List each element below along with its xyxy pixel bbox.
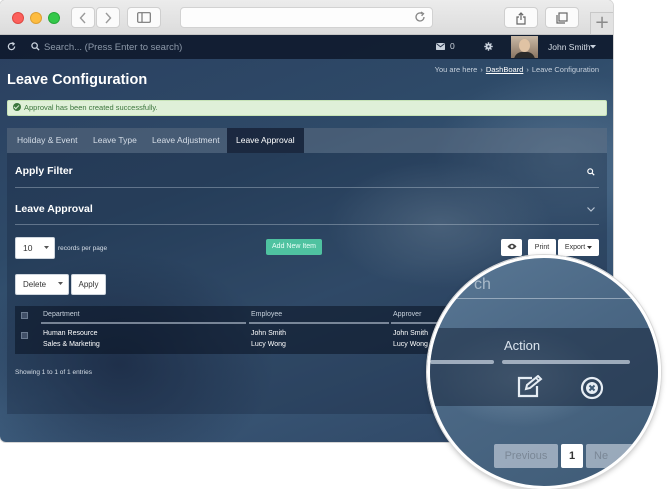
select-all-checkbox[interactable] xyxy=(21,312,28,319)
sidebar-toggle-button[interactable] xyxy=(127,7,161,28)
divider xyxy=(15,224,599,225)
close-window-button[interactable] xyxy=(12,12,24,24)
employee-cell: John Smith Lucy Wong xyxy=(251,329,286,350)
add-new-item-button[interactable]: Add New Item xyxy=(266,239,322,255)
column-sort-bar xyxy=(502,360,630,364)
avatar[interactable] xyxy=(511,36,538,58)
page-size-select[interactable]: 10 xyxy=(15,237,55,259)
avatar-body xyxy=(514,52,535,58)
column-header-employee[interactable]: Employee xyxy=(251,311,282,318)
page-title: Leave Configuration xyxy=(7,72,148,88)
zoom-window-button[interactable] xyxy=(48,12,60,24)
user-name[interactable]: John Smith xyxy=(548,42,591,52)
tab-bar: Holiday & Event Leave Type Leave Adjustm… xyxy=(7,128,607,153)
caret-down-icon xyxy=(587,246,593,249)
department-cell: Human Resource Sales & Marketing xyxy=(43,329,100,350)
magnified-search-text: ch xyxy=(474,276,491,293)
delete-icon[interactable] xyxy=(580,376,604,400)
refresh-icon[interactable] xyxy=(7,42,16,51)
minimize-window-button[interactable] xyxy=(30,12,42,24)
column-visibility-button[interactable] xyxy=(501,239,522,256)
column-sort-bar xyxy=(430,360,494,364)
action-column-header: Action xyxy=(504,338,541,353)
zoom-magnifier: ch Action Previous 1 Ne xyxy=(427,255,661,489)
bulk-action-select[interactable]: Delete xyxy=(15,274,69,295)
tab-leave-type[interactable]: Leave Type xyxy=(84,128,146,153)
tabs-icon xyxy=(556,12,568,24)
divider xyxy=(15,187,599,188)
department-value: Human Resource xyxy=(43,330,98,337)
print-button[interactable]: Print xyxy=(528,239,556,256)
employee-value: John Smith xyxy=(251,330,287,337)
browser-toolbar xyxy=(0,0,613,35)
breadcrumb-prefix: You are here xyxy=(434,65,478,74)
success-alert: Approval has been created successfully. xyxy=(7,100,607,116)
page-size-value: 10 xyxy=(23,243,33,253)
chevron-right-icon xyxy=(105,12,112,24)
approver-cell: John Smith Lucy Wong xyxy=(393,329,428,350)
breadcrumb-current: Leave Configuration xyxy=(531,65,599,74)
edit-icon[interactable] xyxy=(516,375,544,399)
department-value: Sales & Marketing xyxy=(43,340,100,348)
sidebar-icon xyxy=(137,12,151,23)
search-icon[interactable] xyxy=(587,168,595,176)
eye-icon xyxy=(507,243,516,250)
apply-filter-header[interactable]: Apply Filter xyxy=(15,165,73,177)
alert-message: Approval has been created successfully. xyxy=(24,103,158,112)
page-1-button[interactable]: 1 xyxy=(561,444,583,468)
approver-value: John Smith xyxy=(393,330,429,337)
column-sort-bar xyxy=(249,322,389,324)
avatar-face xyxy=(519,39,530,52)
apply-button[interactable]: Apply xyxy=(71,274,106,295)
breadcrumb-separator: › xyxy=(480,65,483,74)
tab-leave-approval[interactable]: Leave Approval xyxy=(227,128,304,153)
chevron-down-icon[interactable] xyxy=(590,45,596,49)
gear-icon[interactable] xyxy=(484,42,493,51)
check-circle-icon xyxy=(13,103,21,111)
employee-value: Lucy Wong xyxy=(251,340,286,348)
mail-icon[interactable] xyxy=(436,43,445,50)
address-bar[interactable] xyxy=(180,7,433,28)
approver-value: Lucy Wong xyxy=(393,340,428,348)
caret-down-icon xyxy=(58,282,63,285)
export-label: Export xyxy=(564,244,586,251)
breadcrumb-separator: › xyxy=(526,65,529,74)
row-checkbox[interactable] xyxy=(21,332,28,339)
reload-icon[interactable] xyxy=(414,11,426,23)
column-header-approver[interactable]: Approver xyxy=(393,311,421,318)
share-icon xyxy=(516,12,526,25)
tabs-overview-button[interactable] xyxy=(545,7,579,28)
divider xyxy=(430,298,658,299)
column-header-department[interactable]: Department xyxy=(43,311,80,318)
mail-count-badge: 0 xyxy=(450,41,455,51)
back-button[interactable] xyxy=(71,7,95,28)
share-button[interactable] xyxy=(504,7,538,28)
tab-holiday-event[interactable]: Holiday & Event xyxy=(8,128,86,153)
tab-leave-adjustment[interactable]: Leave Adjustment xyxy=(143,128,229,153)
search-input[interactable] xyxy=(44,39,284,55)
magnified-table xyxy=(430,328,658,406)
chevron-left-icon xyxy=(79,12,86,24)
chevron-down-icon[interactable] xyxy=(587,207,595,212)
breadcrumb: You are here › DashBoard › Leave Configurati… xyxy=(435,65,599,74)
column-sort-bar xyxy=(41,322,246,324)
table-info: Showing 1 to 1 of 1 entries xyxy=(15,369,92,376)
new-tab-button[interactable]: + xyxy=(590,12,613,35)
breadcrumb-link-dashboard[interactable]: DashBoard xyxy=(486,65,524,74)
next-page-button[interactable]: Ne xyxy=(586,444,636,468)
bulk-action-value: Delete xyxy=(23,280,47,289)
export-button[interactable]: Export xyxy=(558,239,599,256)
forward-button[interactable] xyxy=(96,7,120,28)
search-icon xyxy=(31,42,40,51)
caret-down-icon xyxy=(44,246,49,249)
previous-page-button[interactable]: Previous xyxy=(494,444,558,468)
leave-approval-header[interactable]: Leave Approval xyxy=(15,203,93,215)
app-topbar: 0 John Smith xyxy=(0,35,613,59)
page-size-label: records per page xyxy=(58,245,108,252)
